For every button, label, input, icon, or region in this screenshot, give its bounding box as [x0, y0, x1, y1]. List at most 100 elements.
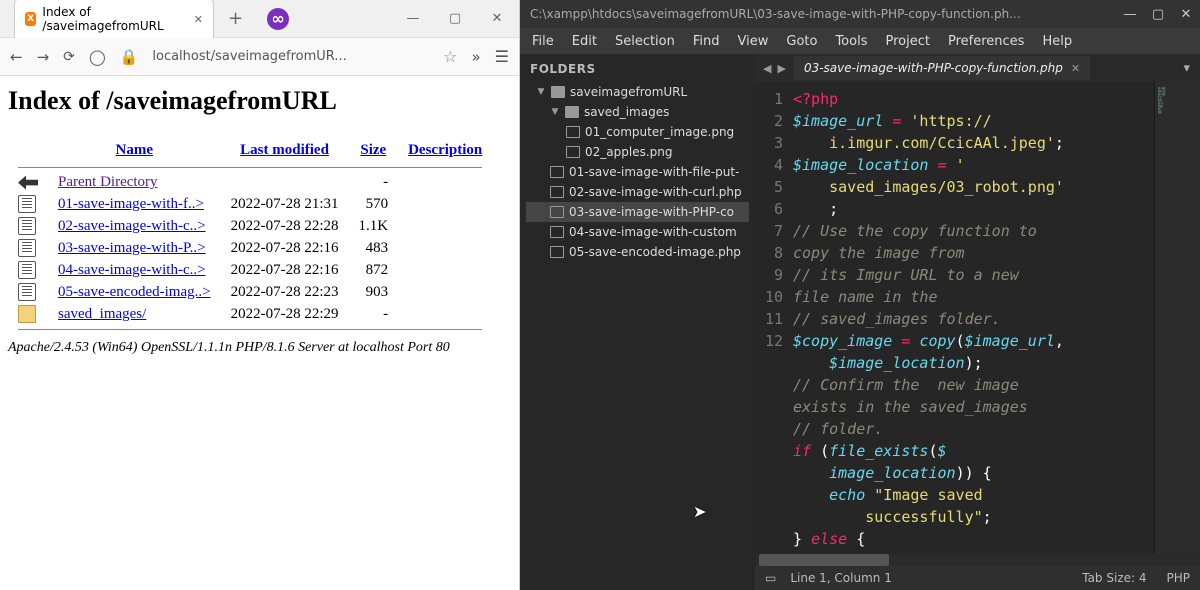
back-button[interactable]: ←: [10, 48, 23, 66]
address-bar[interactable]: localhost/saveimagefromUR...: [152, 49, 429, 64]
col-name[interactable]: Name: [116, 142, 154, 158]
file-icon: [18, 217, 36, 235]
file-size: 872: [349, 259, 399, 281]
file-icon: [18, 261, 36, 279]
parent-link[interactable]: Parent Directory: [58, 174, 158, 190]
table-row: saved_images/ 2022-07-28 22:29 -: [8, 303, 492, 325]
table-row: 03-save-image-with-P..> 2022-07-28 22:16…: [8, 237, 492, 259]
editor-menu-bar: File Edit Selection Find View Goto Tools Projec…: [520, 28, 1200, 54]
menu-item-preferences[interactable]: Preferences: [948, 34, 1024, 49]
editor-minimize-icon[interactable]: —: [1116, 0, 1144, 28]
file-icon: [18, 283, 36, 301]
menu-item-file[interactable]: File: [532, 34, 554, 49]
editor-status-bar: ▭ Line 1, Column 1 Tab Size: 4 PHP: [755, 566, 1200, 590]
xampp-icon: X: [25, 12, 36, 26]
table-row: 01-save-image-with-f..> 2022-07-28 21:31…: [8, 193, 492, 215]
line-gutter: 123456789101112: [755, 82, 791, 554]
table-row: 05-save-encoded-imag..> 2022-07-28 22:23…: [8, 281, 492, 303]
file-icon: [18, 239, 36, 257]
bookmark-star-icon[interactable]: ☆: [443, 47, 457, 66]
new-tab-button[interactable]: +: [222, 8, 249, 29]
file-size: 1.1K: [349, 215, 399, 237]
tree-file[interactable]: 02_apples.png: [526, 142, 749, 162]
file-size: 483: [349, 237, 399, 259]
tree-label: 01-save-image-with-file-put-: [569, 165, 739, 179]
file-size: 903: [349, 281, 399, 303]
reload-button[interactable]: ⟳: [63, 49, 75, 65]
col-desc[interactable]: Description: [408, 142, 482, 158]
shield-icon[interactable]: ◯: [89, 48, 106, 66]
close-tab-icon[interactable]: ✕: [194, 13, 203, 26]
close-icon[interactable]: ✕: [483, 5, 511, 33]
editor-file-tab[interactable]: 03-save-image-with-PHP-copy-function.php…: [794, 56, 1090, 80]
menu-item-tools[interactable]: Tools: [835, 34, 867, 49]
tree-label: 01_computer_image.png: [585, 125, 734, 139]
code-text[interactable]: <?php $image_url = 'https:// i.imgur.com…: [791, 82, 1154, 554]
file-link[interactable]: saved_images/: [58, 306, 146, 322]
browser-tab[interactable]: X Index of /saveimagefromURL ✕: [14, 0, 214, 39]
col-size[interactable]: Size: [360, 142, 386, 158]
file-link[interactable]: 05-save-encoded-imag..>: [58, 284, 211, 300]
tree-file[interactable]: 05-save-encoded-image.php: [526, 242, 749, 262]
overflow-icon[interactable]: »: [471, 48, 480, 66]
status-cursor[interactable]: Line 1, Column 1: [790, 571, 892, 585]
menu-item-edit[interactable]: Edit: [572, 34, 597, 49]
table-row: 02-save-image-with-c..> 2022-07-28 22:28…: [8, 215, 492, 237]
editor-titlebar: C:\xampp\htdocs\saveimagefromURL\03-save…: [520, 0, 1200, 28]
file-link[interactable]: 04-save-image-with-c..>: [58, 262, 206, 278]
tab-overflow-icon[interactable]: ▾: [1183, 61, 1200, 76]
tree-file[interactable]: 01_computer_image.png: [526, 122, 749, 142]
browser-tab-strip: X Index of /saveimagefromURL ✕ + ∞ — ▢ ✕: [0, 0, 519, 38]
minimap[interactable]: ██ ██████ ████ ████ ██████ ██████████: [1154, 82, 1200, 554]
address-text: localhost/saveimagefromUR...: [152, 49, 346, 64]
horizontal-scrollbar[interactable]: [755, 554, 1200, 566]
tree-label: saveimagefromURL: [570, 85, 687, 99]
tree-file[interactable]: 02-save-image-with-curl.php: [526, 182, 749, 202]
menu-item-project[interactable]: Project: [885, 34, 929, 49]
maximize-icon[interactable]: ▢: [441, 5, 469, 33]
extension-icon[interactable]: ∞: [267, 8, 289, 30]
menu-icon[interactable]: ☰: [495, 47, 509, 66]
menu-item-find[interactable]: Find: [693, 34, 720, 49]
file-size: 570: [349, 193, 399, 215]
file-link[interactable]: 01-save-image-with-f..>: [58, 196, 204, 212]
tree-folder[interactable]: ▼saveimagefromURL: [526, 82, 749, 102]
table-row: 04-save-image-with-c..> 2022-07-28 22:16…: [8, 259, 492, 281]
browser-toolbar: ← → ⟳ ◯ 🔒 localhost/saveimagefromUR... ☆…: [0, 38, 519, 76]
menu-item-goto[interactable]: Goto: [786, 34, 817, 49]
index-table: Name Last modified Size Description Pare…: [8, 138, 492, 334]
editor-close-icon[interactable]: ✕: [1172, 0, 1200, 28]
code-area[interactable]: 123456789101112 <?php $image_url = 'http…: [755, 82, 1200, 554]
tree-file[interactable]: 01-save-image-with-file-put-: [526, 162, 749, 182]
status-lang[interactable]: PHP: [1167, 571, 1191, 585]
menu-item-selection[interactable]: Selection: [615, 34, 675, 49]
tree-file[interactable]: 03-save-image-with-PHP-co: [526, 202, 749, 222]
forward-button[interactable]: →: [37, 48, 50, 66]
editor-title-text: C:\xampp\htdocs\saveimagefromURL\03-save…: [530, 7, 1021, 21]
editor-maximize-icon[interactable]: ▢: [1144, 0, 1172, 28]
tree-folder[interactable]: ▼saved_images: [526, 102, 749, 122]
file-icon: [566, 126, 580, 138]
up-icon: [18, 176, 38, 190]
file-icon: [18, 195, 36, 213]
folders-heading: FOLDERS: [520, 54, 755, 82]
tab-next-icon[interactable]: ▶: [777, 62, 785, 75]
close-file-tab-icon[interactable]: ✕: [1071, 62, 1080, 75]
lock-icon[interactable]: 🔒: [120, 48, 139, 66]
tree-label: 04-save-image-with-custom: [569, 225, 737, 239]
scrollbar-thumb[interactable]: [759, 554, 889, 566]
folder-icon: [18, 305, 36, 323]
parent-row: Parent Directory -: [8, 172, 492, 193]
file-tree: ▼saveimagefromURL▼saved_images 01_compute…: [520, 82, 755, 262]
file-link[interactable]: 03-save-image-with-P..>: [58, 240, 206, 256]
status-tabsize[interactable]: Tab Size: 4: [1082, 571, 1146, 585]
file-link[interactable]: 02-save-image-with-c..>: [58, 218, 206, 234]
menu-item-view[interactable]: View: [738, 34, 769, 49]
console-icon[interactable]: ▭: [765, 571, 776, 585]
col-modified[interactable]: Last modified: [240, 142, 329, 158]
tree-file[interactable]: 04-save-image-with-custom: [526, 222, 749, 242]
file-modified: 2022-07-28 22:16: [221, 237, 349, 259]
tab-prev-icon[interactable]: ◀: [763, 62, 771, 75]
menu-item-help[interactable]: Help: [1042, 34, 1072, 49]
minimize-icon[interactable]: —: [399, 5, 427, 33]
